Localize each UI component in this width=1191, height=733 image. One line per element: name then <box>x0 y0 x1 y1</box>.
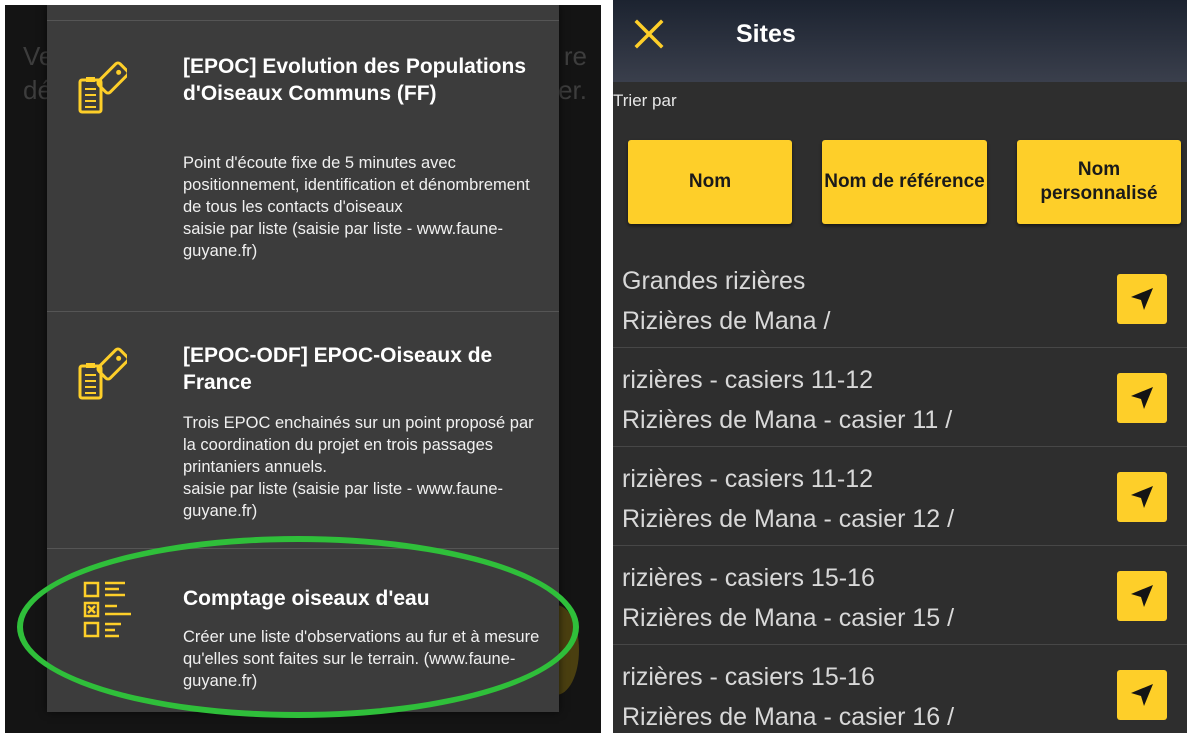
sites-screen: Sites Trier par Nom Nom de référence Nom… <box>613 0 1187 733</box>
protocol-bottom-sheet: [EPOC] Evolution des Populations d'Oisea… <box>47 5 559 712</box>
close-icon[interactable] <box>633 10 667 50</box>
sort-by-reference-name-button[interactable]: Nom de référence <box>822 140 987 224</box>
protocol-description: Créer une liste d'observations au fur et… <box>183 628 540 690</box>
navigation-arrow-icon <box>1131 585 1153 607</box>
site-reference: Rizières de Mana - casier 11 / <box>622 406 953 434</box>
site-list-item[interactable]: rizières - casiers 15-16 Rizières de Man… <box>613 645 1187 733</box>
site-name: rizières - casiers 15-16 <box>622 663 875 691</box>
app-bar: Sites <box>613 0 1187 82</box>
site-list-item[interactable]: rizières - casiers 15-16 Rizières de Man… <box>613 546 1187 645</box>
site-list-item[interactable]: Grandes rizières Rizières de Mana / <box>613 249 1187 348</box>
navigate-button[interactable] <box>1117 670 1167 720</box>
site-reference: Rizières de Mana - casier 16 / <box>622 703 955 731</box>
navigation-arrow-icon <box>1131 486 1153 508</box>
site-name: rizières - casiers 11-12 <box>622 366 874 394</box>
navigate-button[interactable] <box>1117 472 1167 522</box>
protocol-title: [EPOC] Evolution des Populations d'Oisea… <box>183 55 527 105</box>
navigation-arrow-icon <box>1131 288 1153 310</box>
protocol-title: [EPOC-ODF] EPOC-Oiseaux de France <box>183 344 493 394</box>
protocol-item-epoc[interactable]: [EPOC] Evolution des Populations d'Oisea… <box>47 21 559 312</box>
background-text-right: re er. <box>558 41 587 105</box>
protocol-description: Trois EPOC enchainés sur un point propos… <box>183 414 534 520</box>
page-title: Sites <box>736 20 796 48</box>
site-reference: Rizières de Mana - casier 12 / <box>622 505 955 533</box>
site-reference: Rizières de Mana - casier 15 / <box>622 604 955 632</box>
clipboard-tag-icon <box>78 61 127 114</box>
protocol-item-waterbird-count[interactable]: Comptage oiseaux d'eau Créer une liste d… <box>47 549 559 712</box>
protocol-title: Comptage oiseaux d'eau <box>183 587 430 610</box>
navigate-button[interactable] <box>1117 571 1167 621</box>
site-name: rizières - casiers 15-16 <box>622 564 875 592</box>
navigate-button[interactable] <box>1117 274 1167 324</box>
protocol-description: Point d'écoute fixe de 5 minutes avec po… <box>183 154 530 260</box>
sort-by-name-button[interactable]: Nom <box>628 140 792 224</box>
checklist-icon <box>83 581 131 638</box>
protocol-item-epoc-odf[interactable]: [EPOC-ODF] EPOC-Oiseaux de France Trois … <box>47 312 559 549</box>
site-list-item[interactable]: rizières - casiers 11-12 Rizières de Man… <box>613 447 1187 546</box>
site-name: Grandes rizières <box>622 267 806 295</box>
navigation-arrow-icon <box>1131 387 1153 409</box>
clipboard-tag-icon <box>78 347 127 400</box>
navigate-button[interactable] <box>1117 373 1167 423</box>
sort-label: Trier par <box>613 91 677 110</box>
site-reference: Rizières de Mana / <box>622 307 831 335</box>
sort-by-custom-name-button[interactable]: Nom personnalisé <box>1017 140 1181 224</box>
site-list-item[interactable]: rizières - casiers 11-12 Rizières de Man… <box>613 348 1187 447</box>
navigation-arrow-icon <box>1131 684 1153 706</box>
site-name: rizières - casiers 11-12 <box>622 465 874 493</box>
protocol-chooser-screen: Ve dé re er. [EPOC] Evolution des Popula… <box>5 5 601 733</box>
